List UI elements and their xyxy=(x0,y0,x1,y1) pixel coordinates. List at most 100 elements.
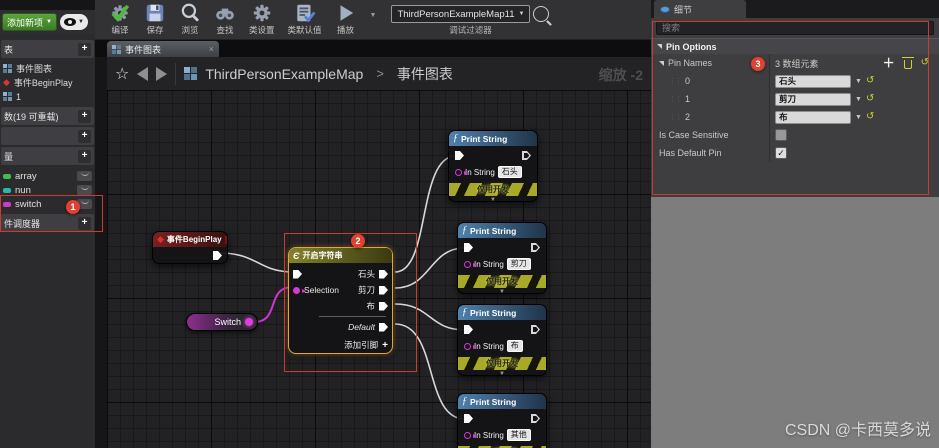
node-print-string-1[interactable]: ƒ Print String In String 石头 仅用开发 ▼ xyxy=(448,130,538,204)
annotation-rect-3 xyxy=(652,21,929,195)
function-icon: ƒ xyxy=(462,307,467,318)
document-tabstrip: 事件图表 × xyxy=(95,40,651,57)
exec-in-pin[interactable] xyxy=(464,243,473,252)
add-new-label: 添加新项 xyxy=(7,17,44,28)
chevron-down-icon: ▼ xyxy=(77,19,84,25)
development-only-banner: 仅用开发 xyxy=(458,357,546,370)
tab-details[interactable]: 细节 xyxy=(654,0,746,18)
add-function-button[interactable]: + xyxy=(78,109,91,123)
search-icon[interactable] xyxy=(533,6,550,22)
node-switch-variable[interactable]: Switch xyxy=(186,313,258,331)
variable-array[interactable]: array xyxy=(0,170,95,182)
nav-forward-button[interactable] xyxy=(156,66,168,81)
annotation-rect-1 xyxy=(0,195,103,232)
exec-in-pin[interactable] xyxy=(464,325,473,334)
unreal-blueprint-editor: 添加新项 ▼ ▼ 表 + 事件图表 ◆ 事件BeginPlay 1 数(19 可… xyxy=(0,0,939,448)
eye-closed-icon xyxy=(80,185,89,190)
node-expander[interactable]: ▼ xyxy=(458,370,546,378)
in-string-value[interactable]: 布 xyxy=(506,340,523,352)
wire-exec-beginplay-switch xyxy=(219,252,294,273)
breadcrumb-current[interactable]: 事件图表 xyxy=(397,64,453,84)
exec-out-pin[interactable] xyxy=(213,251,222,260)
class-defaults-button[interactable]: 类默认值 xyxy=(288,2,322,36)
panel-header-strip xyxy=(0,0,95,10)
development-only-banner: 仅用开发 xyxy=(458,275,546,288)
node-expander[interactable]: ▼ xyxy=(458,288,546,296)
close-icon[interactable]: × xyxy=(209,44,214,54)
chevron-down-icon: ▼ xyxy=(46,19,52,25)
variable-type-icon xyxy=(3,173,11,179)
exec-out-pin[interactable] xyxy=(522,151,531,160)
play-icon xyxy=(340,5,353,21)
play-button[interactable]: 播放 xyxy=(335,2,357,36)
section-graphs[interactable]: 表 + xyxy=(1,40,94,58)
sidebar-item-event-graph[interactable]: 事件图表 xyxy=(0,62,95,75)
in-string-value[interactable]: 其他 xyxy=(506,429,531,441)
node-event-beginplay[interactable]: ◆ 事件BeginPlay xyxy=(152,231,228,264)
save-icon xyxy=(146,4,164,22)
exec-in-pin[interactable] xyxy=(464,414,473,423)
in-string-pin[interactable] xyxy=(455,168,468,176)
watermark: CSDN @卡西莫多说 xyxy=(784,422,931,439)
annotation-rect-2 xyxy=(284,233,417,372)
exec-in-pin[interactable] xyxy=(455,151,464,160)
event-icon: ◆ xyxy=(157,234,164,244)
node-expander[interactable]: ▼ xyxy=(449,196,537,204)
chevron-down-icon: ▼ xyxy=(518,11,525,17)
exec-out-pin[interactable] xyxy=(531,414,540,423)
sidebar-item-beginplay[interactable]: ◆ 事件BeginPlay xyxy=(0,76,95,89)
macro-icon xyxy=(3,92,12,101)
find-button[interactable]: 查找 xyxy=(214,2,236,36)
nav-back-button[interactable] xyxy=(137,66,149,81)
section-variables[interactable]: 量 + xyxy=(1,147,94,165)
play-options-dropdown[interactable]: ▼ xyxy=(370,12,377,19)
add-new-button[interactable]: 添加新项 ▼ xyxy=(2,13,57,31)
in-string-pin[interactable] xyxy=(464,431,477,439)
details-icon xyxy=(660,5,670,13)
graph-canvas[interactable]: 2 ◆ 事件BeginPlay Switch Є 开启字符串 石头 Select… xyxy=(107,90,651,448)
zoom-indicator: 缩放 -2 xyxy=(598,67,643,83)
breadcrumb-root[interactable]: ThirdPersonExampleMap xyxy=(205,66,363,82)
variable-visibility-toggle[interactable] xyxy=(77,185,92,195)
function-icon: ƒ xyxy=(462,396,467,407)
eye-closed-icon xyxy=(80,171,89,176)
node-print-string-2[interactable]: ƒ Print String In String 剪刀 仅用开发 ▼ xyxy=(457,222,547,296)
divider xyxy=(175,62,177,85)
tab-event-graph[interactable]: 事件图表 × xyxy=(107,41,219,57)
class-settings-icon xyxy=(253,4,270,22)
variable-out-pin[interactable] xyxy=(245,318,253,326)
variable-type-icon xyxy=(3,187,11,193)
browse-icon xyxy=(181,3,199,22)
exec-out-pin[interactable] xyxy=(531,243,540,252)
debug-filter-label: 调试过滤器 xyxy=(449,25,492,35)
variable-visibility-toggle[interactable] xyxy=(77,171,92,181)
add-variable-button[interactable]: + xyxy=(78,149,91,163)
class-defaults-icon xyxy=(296,4,315,23)
browse-button[interactable]: 浏览 xyxy=(179,2,201,36)
add-macro-button[interactable]: + xyxy=(78,129,91,143)
annotation-badge-3: 3 xyxy=(751,57,765,71)
graph-icon xyxy=(3,64,12,73)
in-string-value[interactable]: 石头 xyxy=(497,166,522,178)
section-macros[interactable]: + xyxy=(1,127,94,145)
visibility-filter-button[interactable]: ▼ xyxy=(59,14,88,30)
eye-icon xyxy=(63,18,76,26)
compile-button[interactable]: 编译 xyxy=(109,2,131,36)
breadcrumb-separator: > xyxy=(376,66,384,81)
in-string-pin[interactable] xyxy=(464,260,477,268)
class-settings-button[interactable]: 类设置 xyxy=(249,2,275,36)
in-string-value[interactable]: 剪刀 xyxy=(506,258,531,270)
breadcrumb: ☆ ThirdPersonExampleMap > 事件图表 缩放 -2 xyxy=(107,57,651,90)
section-functions[interactable]: 数(19 可重载) + xyxy=(1,107,94,125)
debug-object-selector[interactable]: ThirdPersonExampleMap11 ▼ xyxy=(391,5,531,23)
add-graph-button[interactable]: + xyxy=(78,42,91,56)
details-panel: 细节 Pin Options Pin Names 3 数组元素 ＋ ↺ ⋮ xyxy=(651,0,939,197)
exec-out-pin[interactable] xyxy=(531,325,540,334)
favorite-star-icon[interactable]: ☆ xyxy=(115,64,129,84)
node-print-string-4[interactable]: ƒPrint String In String其他 仅用开发 xyxy=(457,393,547,448)
in-string-pin[interactable] xyxy=(464,342,477,350)
main-toolbar: 编译 保存 浏览 查找 类设置 类默认值 播放 ▼ ThirdPersonExa… xyxy=(95,0,651,40)
node-print-string-3[interactable]: ƒ Print String In String 布 仅用开发 ▼ xyxy=(457,304,547,378)
save-button[interactable]: 保存 xyxy=(144,2,166,36)
sidebar-item-macro-1[interactable]: 1 xyxy=(0,90,95,103)
